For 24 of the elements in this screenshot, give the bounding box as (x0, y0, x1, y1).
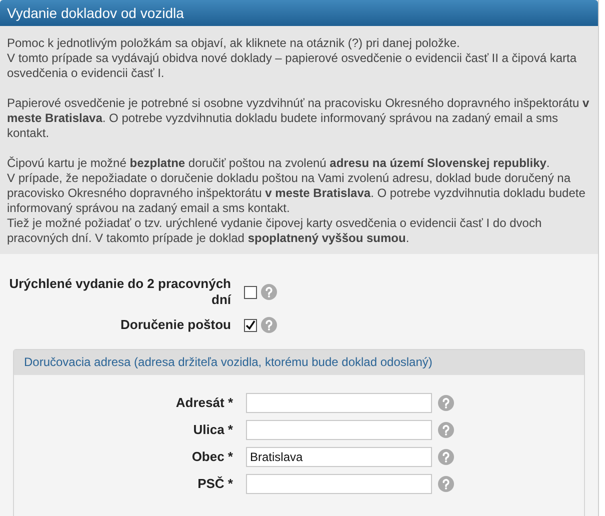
field-label: Adresát * (174, 394, 233, 412)
field-label: PSČ * (196, 475, 233, 494)
help-icon[interactable] (438, 422, 454, 438)
info-text: Papierové osvedčenie je potrebné si osobne vyzdvihnúť na pracovisku Okresného dopravného inšpektorátu v meste Bratislava. O potrebe vyzdvihnutia dokladu budete informovaný správou na zadaný email a sms kontakt. (7, 96, 590, 141)
option-label: Doručenie poštou (119, 317, 231, 333)
input-field[interactable] (246, 474, 432, 494)
input-field[interactable] (246, 420, 432, 440)
input-field[interactable]: Bratislava (246, 447, 432, 467)
help-icon[interactable] (438, 476, 454, 492)
info-text: Čipovú kartu je možné bezplatne doručiť poštou na zvolenú adresu na území Slovenskej republiky. (7, 156, 551, 171)
panel-header: Vydanie dokladov od vozidla (0, 0, 598, 26)
help-icon[interactable] (438, 395, 454, 411)
info-text: V tomto prípade sa vydávajú obidva nové doklady – papierové osvedčenie o evidencii časť II a čipová karta osvedčenia o evidencii časť I. (7, 51, 578, 81)
checkbox[interactable] (244, 318, 257, 332)
checkbox[interactable] (244, 286, 257, 298)
field-label: Obec * (190, 448, 233, 466)
option-label: Urýchlené vydanie do 2 pracovných dní (8, 276, 231, 308)
input-field[interactable] (246, 393, 432, 413)
address-panel-title: Doručovacia adresa (adresa držiteľa vozidla, ktorému bude doklad odoslaný) (14, 350, 584, 375)
field-label: Ulica * (192, 421, 233, 440)
info-text: V prípade, že nepožiadate o doručenie dokladu poštou na Vami zvolenú adresu, doklad bude doručený na pracovisko Okresného dopravného inšpektorátu v meste Bratislava. O potrebe vyzdvihnutia dokladu budete informovaný správou na zadaný email a sms kontakt. (7, 171, 586, 216)
info-text: Pomoc k jednotlivým položkám sa objaví, ak kliknete na otáznik (?) pri danej položke. (7, 36, 461, 51)
info-text: Tiež je možné požiadať o tzv. urýchlené vydanie čipovej karty osvedčenia o evidencii časť I do dvoch pracovných dní. V takomto prípade je doklad spoplatnený vyššou sumou. (7, 216, 543, 246)
help-icon[interactable] (438, 449, 454, 465)
